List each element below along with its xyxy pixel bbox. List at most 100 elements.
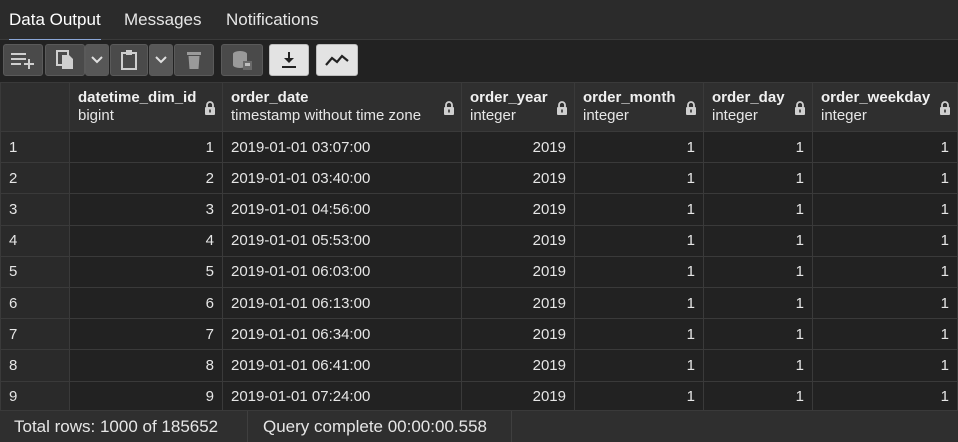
row-number[interactable]: 2 [0, 162, 70, 195]
table-cell[interactable]: 2019 [461, 380, 575, 410]
table-cell[interactable]: 2019-01-01 06:41:00 [222, 349, 462, 382]
table-cell[interactable]: 8 [69, 349, 223, 382]
table-cell[interactable]: 6 [69, 286, 223, 320]
table-cell[interactable]: 1 [812, 193, 958, 226]
table-cell[interactable]: 2019-01-01 07:24:00 [222, 380, 462, 410]
table-row[interactable]: 3 3 2019-01-01 04:56:00 2019 1 1 1 [0, 193, 958, 226]
table-cell[interactable]: 1 [574, 130, 704, 164]
row-number[interactable]: 8 [0, 349, 70, 382]
paste-options-button[interactable] [149, 44, 173, 76]
column-type: integer [583, 107, 629, 124]
graph-visualiser-button[interactable] [316, 44, 358, 76]
table-cell[interactable]: 1 [574, 255, 704, 288]
table-cell[interactable]: 7 [69, 318, 223, 351]
table-cell[interactable]: 1 [703, 162, 813, 195]
column-name: order_month [583, 89, 676, 106]
table-row[interactable]: 2 2 2019-01-01 03:40:00 2019 1 1 1 [0, 162, 958, 195]
table-cell[interactable]: 1 [574, 349, 704, 382]
tab-data-output[interactable]: Data Output [9, 0, 101, 41]
lock-icon [795, 101, 805, 115]
table-cell[interactable]: 2019 [461, 318, 575, 351]
table-row[interactable]: 4 4 2019-01-01 05:53:00 2019 1 1 1 [0, 224, 958, 257]
table-cell[interactable]: 1 [574, 193, 704, 226]
table-cell[interactable]: 1 [703, 349, 813, 382]
copy-button[interactable] [45, 44, 85, 76]
table-cell[interactable]: 1 [812, 318, 958, 351]
table-cell[interactable]: 1 [812, 255, 958, 288]
row-number[interactable]: 7 [0, 318, 70, 351]
table-row[interactable]: 7 7 2019-01-01 06:34:00 2019 1 1 1 [0, 318, 958, 351]
column-type: bigint [78, 107, 114, 124]
table-cell[interactable]: 4 [69, 224, 223, 257]
table-cell[interactable]: 1 [574, 318, 704, 351]
table-cell[interactable]: 1 [812, 162, 958, 195]
table-cell[interactable]: 1 [703, 224, 813, 257]
table-cell[interactable]: 1 [574, 224, 704, 257]
table-cell[interactable]: 1 [812, 380, 958, 410]
table-cell[interactable]: 1 [703, 130, 813, 164]
column-header[interactable]: datetime_dim_id bigint [69, 82, 223, 132]
table-cell[interactable]: 2019 [461, 286, 575, 320]
table-cell[interactable]: 5 [69, 255, 223, 288]
table-cell[interactable]: 1 [812, 224, 958, 257]
column-header[interactable]: order_day integer [703, 82, 813, 132]
download-button[interactable] [269, 44, 309, 76]
tab-messages[interactable]: Messages [124, 0, 201, 40]
row-number[interactable]: 1 [0, 130, 70, 164]
table-cell[interactable]: 1 [574, 286, 704, 320]
table-cell[interactable]: 2019 [461, 224, 575, 257]
paste-button[interactable] [110, 44, 148, 76]
table-cell[interactable]: 3 [69, 193, 223, 226]
save-data-icon [233, 51, 252, 70]
copy-options-button[interactable] [85, 44, 109, 76]
table-cell[interactable]: 2019-01-01 06:03:00 [222, 255, 462, 288]
table-row[interactable]: 9 9 2019-01-01 07:24:00 2019 1 1 1 [0, 380, 958, 410]
column-header[interactable]: order_date timestamp without time zone [222, 82, 462, 132]
status-divider [511, 411, 512, 442]
table-cell[interactable]: 2019-01-01 03:07:00 [222, 130, 462, 164]
tab-notifications[interactable]: Notifications [226, 0, 319, 40]
table-cell[interactable]: 1 [812, 286, 958, 320]
table-cell[interactable]: 1 [703, 286, 813, 320]
table-cell[interactable]: 1 [812, 130, 958, 164]
table-row[interactable]: 6 6 2019-01-01 06:13:00 2019 1 1 1 [0, 286, 958, 320]
column-header[interactable]: order_month integer [574, 82, 704, 132]
table-cell[interactable]: 1 [574, 162, 704, 195]
table-cell[interactable]: 2019-01-01 05:53:00 [222, 224, 462, 257]
row-number[interactable]: 9 [0, 380, 70, 410]
table-row[interactable]: 5 5 2019-01-01 06:03:00 2019 1 1 1 [0, 255, 958, 288]
table-cell[interactable]: 9 [69, 380, 223, 410]
row-number[interactable]: 4 [0, 224, 70, 257]
table-row[interactable]: 1 1 2019-01-01 03:07:00 2019 1 1 1 [0, 130, 958, 164]
table-cell[interactable]: 1 [69, 130, 223, 164]
table-cell[interactable]: 1 [703, 318, 813, 351]
graph-icon [325, 54, 349, 66]
table-cell[interactable]: 2019 [461, 349, 575, 382]
table-cell[interactable]: 1 [703, 193, 813, 226]
table-cell[interactable]: 2019-01-01 06:13:00 [222, 286, 462, 320]
table-cell[interactable]: 2019 [461, 162, 575, 195]
lock-icon [557, 101, 567, 115]
table-cell[interactable]: 1 [574, 380, 704, 410]
table-cell[interactable]: 2 [69, 162, 223, 195]
table-cell[interactable]: 2019 [461, 255, 575, 288]
add-row-button[interactable] [3, 44, 43, 76]
row-number[interactable]: 6 [0, 286, 70, 320]
table-cell[interactable]: 1 [812, 349, 958, 382]
column-name: order_weekday [821, 89, 931, 106]
column-header[interactable]: order_weekday integer [812, 82, 958, 132]
column-header[interactable]: order_year integer [461, 82, 575, 132]
table-row[interactable]: 8 8 2019-01-01 06:41:00 2019 1 1 1 [0, 349, 958, 382]
table-cell[interactable]: 2019-01-01 03:40:00 [222, 162, 462, 195]
table-cell[interactable]: 2019 [461, 130, 575, 164]
header-row: datetime_dim_id bigint order_date timest… [0, 82, 958, 132]
table-cell[interactable]: 1 [703, 380, 813, 410]
row-number[interactable]: 5 [0, 255, 70, 288]
row-number[interactable]: 3 [0, 193, 70, 226]
table-cell[interactable]: 2019 [461, 193, 575, 226]
delete-button[interactable] [174, 44, 214, 76]
save-data-button[interactable] [221, 44, 263, 76]
table-cell[interactable]: 2019-01-01 06:34:00 [222, 318, 462, 351]
table-cell[interactable]: 1 [703, 255, 813, 288]
table-cell[interactable]: 2019-01-01 04:56:00 [222, 193, 462, 226]
